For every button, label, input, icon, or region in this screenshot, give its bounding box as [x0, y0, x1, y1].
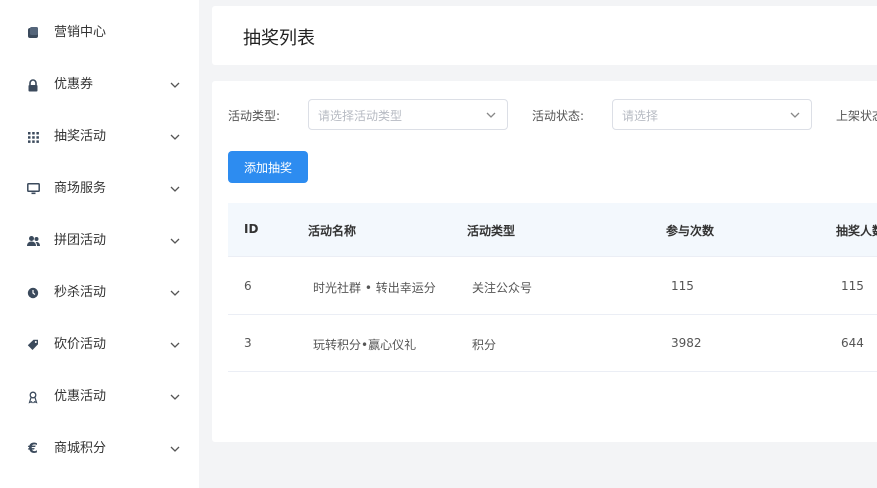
sidebar-item-mall-points[interactable]: € 商城积分	[0, 429, 199, 469]
table-header: ID 活动名称 活动类型 参与次数 抽奖人数	[228, 203, 877, 257]
sidebar-item-label: 拼团活动	[54, 233, 107, 248]
activity-status-select[interactable]: 请选择	[612, 99, 812, 130]
cell-id: 3	[244, 336, 252, 350]
clock-icon	[25, 285, 41, 301]
tag-icon	[25, 337, 41, 353]
cell-id: 6	[244, 279, 252, 293]
activity-status-label: 活动状态:	[532, 109, 585, 123]
chevron-down-icon	[486, 112, 496, 118]
chevron-down-icon	[170, 342, 180, 348]
sidebar-item-mall-services[interactable]: 商场服务	[0, 169, 199, 209]
sidebar-item-label: 商城积分	[54, 441, 107, 456]
table-row[interactable]: 6 时光社群 • 转出幸运分 关注公众号 115 115	[228, 258, 877, 315]
cell-name: 玩转积分•赢心仪礼	[313, 338, 417, 352]
cell-name: 时光社群 • 转出幸运分	[313, 281, 436, 295]
sidebar: 营销中心 优惠券 抽奖活动 商场服务 拼团活动 秒杀活动 砍价活动 优惠活动 €…	[0, 0, 199, 488]
sidebar-item-label: 优惠券	[54, 77, 94, 92]
add-lottery-button[interactable]: 添加抽奖	[228, 151, 308, 183]
euro-icon: €	[28, 441, 38, 457]
activity-status-placeholder: 请选择	[622, 109, 659, 123]
chevron-down-icon	[170, 238, 180, 244]
column-header-participations: 参与次数	[666, 224, 715, 238]
activity-type-label: 活动类型:	[228, 109, 281, 123]
sidebar-item-lottery[interactable]: 抽奖活动	[0, 117, 199, 157]
chevron-down-icon	[790, 112, 800, 118]
sidebar-item-label: 砍价活动	[54, 337, 107, 352]
sidebar-item-bargain[interactable]: 砍价活动	[0, 325, 199, 365]
sidebar-item-label: 优惠活动	[54, 389, 107, 404]
lock-icon	[25, 77, 41, 93]
sidebar-item-label: 营销中心	[54, 25, 107, 40]
monitor-icon	[25, 181, 41, 197]
chevron-down-icon	[170, 186, 180, 192]
page-title: 抽奖列表	[243, 28, 315, 49]
column-header-id: ID	[244, 222, 259, 236]
cell-winners: 644	[841, 336, 864, 350]
sidebar-item-label: 秒杀活动	[54, 285, 107, 300]
cell-type: 积分	[472, 338, 497, 352]
activity-type-select[interactable]: 请选择活动类型	[308, 99, 508, 130]
chevron-down-icon	[170, 290, 180, 296]
sidebar-item-label: 商场服务	[54, 181, 107, 196]
chevron-down-icon	[170, 446, 180, 452]
medal-icon	[25, 389, 41, 405]
sidebar-item-flash-sale[interactable]: 秒杀活动	[0, 273, 199, 313]
cell-participations: 115	[671, 279, 694, 293]
chevron-down-icon	[170, 394, 180, 400]
cell-participations: 3982	[671, 336, 702, 350]
cell-winners: 115	[841, 279, 864, 293]
users-icon	[25, 233, 41, 249]
cell-type: 关注公众号	[472, 281, 533, 295]
square-stack-icon	[25, 25, 41, 41]
main-content: 抽奖列表 活动类型: 请选择活动类型 活动状态: 请选择 上架状态 添加抽奖 I…	[199, 0, 877, 488]
sidebar-item-coupons[interactable]: 优惠券	[0, 65, 199, 105]
activity-type-placeholder: 请选择活动类型	[318, 109, 403, 123]
sidebar-item-group-buy[interactable]: 拼团活动	[0, 221, 199, 261]
sidebar-item-promotions[interactable]: 优惠活动	[0, 377, 199, 417]
sidebar-item-label: 抽奖活动	[54, 129, 107, 144]
lottery-list-panel: 活动类型: 请选择活动类型 活动状态: 请选择 上架状态 添加抽奖 ID 活动名…	[212, 81, 877, 442]
page-header: 抽奖列表	[212, 6, 877, 65]
column-header-winners: 抽奖人数	[836, 224, 877, 238]
shelf-status-label: 上架状态	[836, 109, 877, 123]
column-header-name: 活动名称	[308, 224, 357, 238]
chevron-down-icon	[170, 82, 180, 88]
chevron-down-icon	[170, 134, 180, 140]
sidebar-item-marketing-center[interactable]: 营销中心	[0, 13, 199, 53]
column-header-type: 活动类型	[467, 224, 516, 238]
table-row[interactable]: 3 玩转积分•赢心仪礼 积分 3982 644	[228, 315, 877, 372]
grid-icon	[25, 129, 41, 145]
